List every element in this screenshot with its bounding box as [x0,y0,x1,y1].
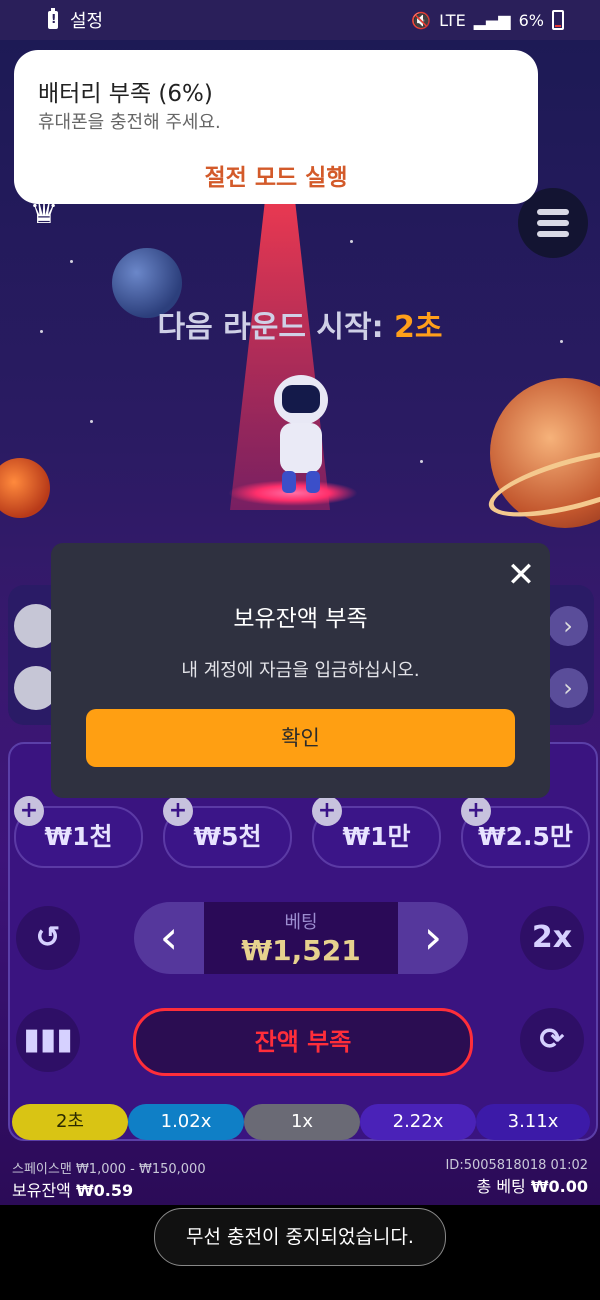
history-item: 2.22x [360,1104,476,1140]
insufficient-balance-dialog: ✕ 보유잔액 부족 내 계정에 자금을 입금하십시오. 확인 [51,543,550,798]
battery-notification[interactable]: 배터리 부족 (6%) 휴대폰을 충전해 주세요. 절전 모드 실행 [14,50,538,204]
status-bar: 설정 🔇 LTE ▂▄▆ 6% [0,0,600,40]
undo-icon[interactable]: ↺ [16,906,80,970]
total-bet-value: ₩0.00 [530,1177,588,1196]
history-item: 3.11x [476,1104,590,1140]
plus-icon[interactable]: + [163,796,193,826]
planet-red [0,458,50,518]
notification-title: 배터리 부족 (6%) [38,81,213,107]
mute-icon: 🔇 [411,10,432,30]
history-item: 1x [244,1104,360,1140]
chevron-right-icon[interactable]: › [398,902,468,974]
auto-refresh-icon[interactable]: ⟳ [520,1008,584,1072]
next-round-countdown: 다음 라운드 시작: 2초 [0,302,600,346]
battery-percent: 6% [518,10,544,30]
status-app-label: 설정 [70,11,104,32]
game-name: 스페이스맨 [12,1162,72,1177]
signal-icon: ▂▄▆ [473,10,511,30]
confirm-button[interactable]: 확인 [86,709,515,767]
history-item: 2초 [12,1104,128,1140]
round-info: ID:5005818018 01:02 총 베팅 ₩0.00 [445,1158,588,1197]
close-icon[interactable]: ✕ [503,557,539,593]
game-info: 스페이스맨 ₩1,000 - ₩150,000 보유잔액 ₩0.59 [12,1158,206,1201]
chevron-right-icon[interactable]: › [548,606,588,646]
plus-icon[interactable]: + [14,796,44,826]
chevron-left-icon[interactable]: ‹ [134,902,204,974]
double-bet-button[interactable]: 2x [520,906,584,970]
power-saving-button[interactable]: 절전 모드 실행 [14,158,538,192]
bet-stepper[interactable]: ‹ 베팅 ₩1,521 › [134,902,468,974]
battery-alert-icon [48,8,58,29]
place-bet-button[interactable]: 잔액 부족 [133,1008,473,1076]
notification-subtitle: 휴대폰을 충전해 주세요. [38,112,221,133]
network-label: LTE [439,10,466,30]
toast-message: 무선 충전이 중지되었습니다. [154,1208,446,1266]
bet-limits: ₩1,000 - ₩150,000 [75,1162,206,1177]
history-item: 1.02x [128,1104,244,1140]
astronaut [266,375,336,495]
total-bet-label: 총 베팅 [476,1177,526,1196]
round-id: ID:5005818018 01:02 [445,1158,588,1173]
multiplier-history: 2초 1.02x 1x 2.22x 3.11x [12,1104,590,1140]
balance-value: ₩0.59 [75,1181,134,1200]
dialog-message: 내 계정에 자금을 입금하십시오. [181,660,420,681]
menu-icon [537,209,569,215]
bet-label: 베팅 [284,912,318,933]
bet-value: ₩1,521 [241,934,361,967]
next-round-seconds: 2초 [394,310,443,345]
stats-icon[interactable]: ▮▮▮ [16,1008,80,1072]
battery-icon [552,10,564,30]
plus-icon[interactable]: + [312,796,342,826]
next-round-label: 다음 라운드 시작: [157,310,384,345]
dialog-title: 보유잔액 부족 [233,606,368,632]
chevron-right-icon[interactable]: › [548,668,588,708]
balance-label: 보유잔액 [12,1181,71,1200]
bet-display: 베팅 ₩1,521 [204,902,398,974]
plus-icon[interactable]: + [461,796,491,826]
